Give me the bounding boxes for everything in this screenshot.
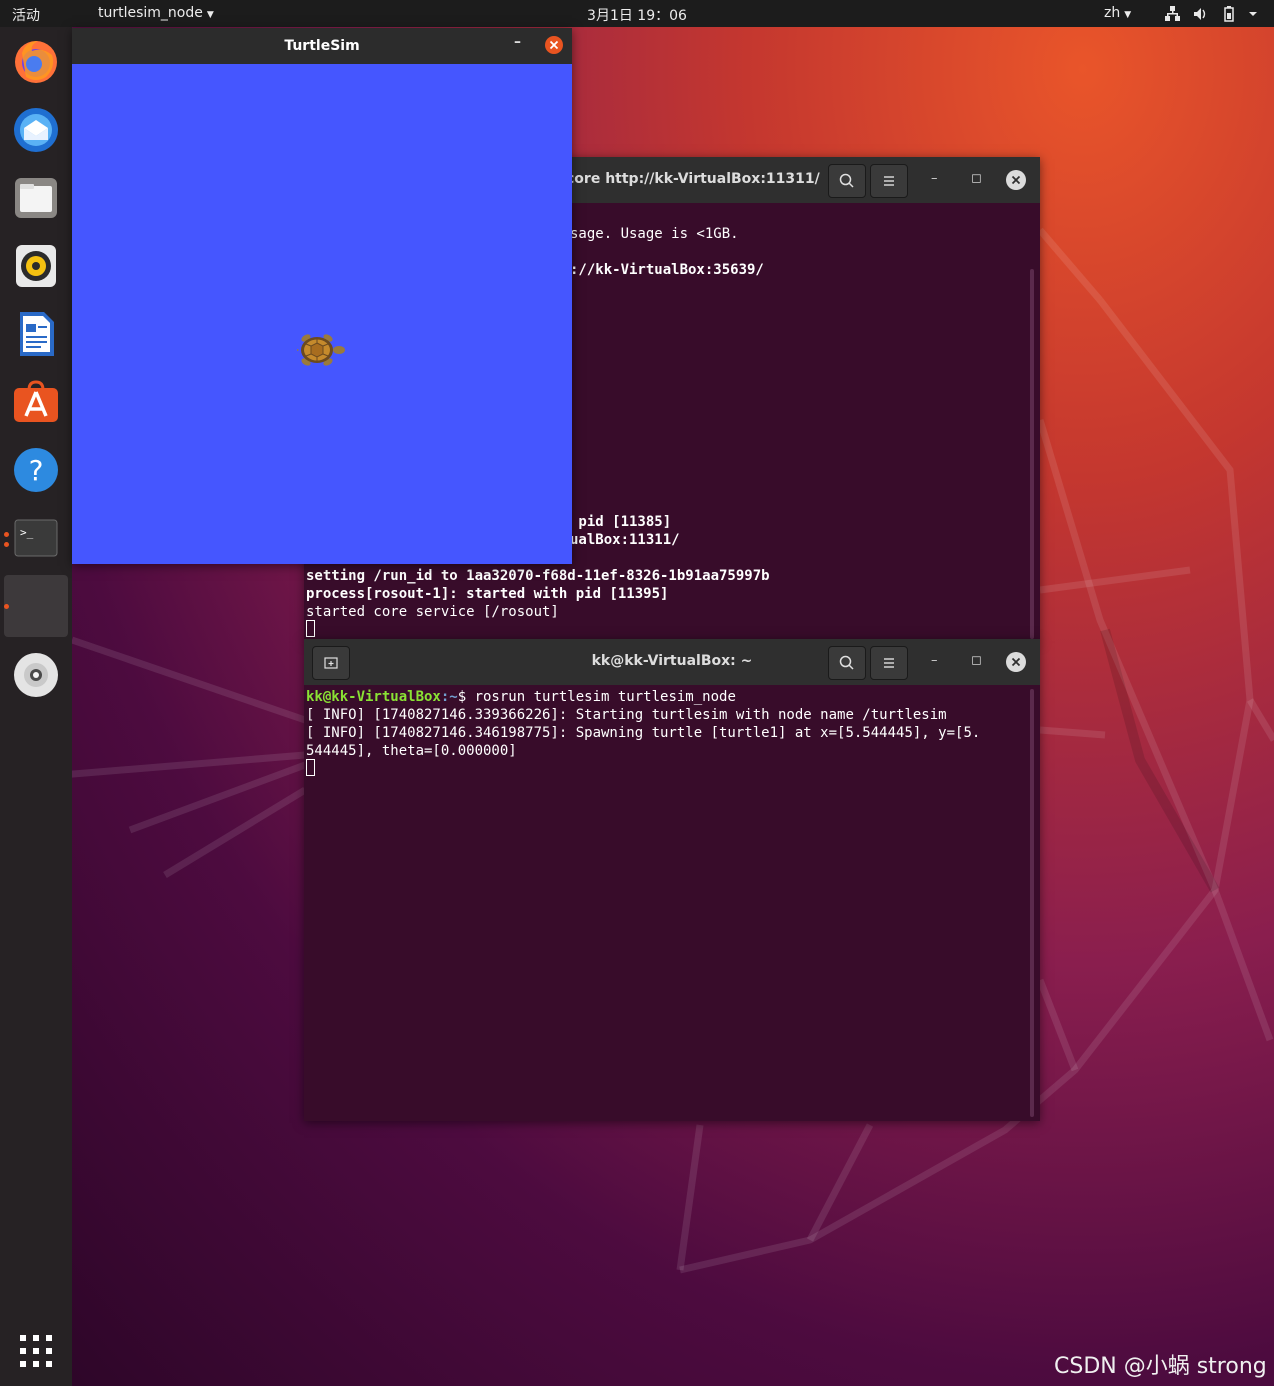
minimize-button[interactable]: – (931, 653, 938, 668)
network-icon (1165, 6, 1180, 21)
language-indicator[interactable]: zh ▼ (1104, 5, 1131, 21)
top-bar: 活动 turtlesim_node ▼ 3月1日 19：06 zh ▼ (0, 0, 1274, 27)
dock-files[interactable] (0, 167, 72, 229)
maximize-button[interactable]: ◻ (971, 653, 982, 668)
text-cursor (306, 759, 315, 776)
terminal-header[interactable]: kk@kk-VirtualBox: ~ – ◻ (304, 639, 1040, 685)
document-icon (20, 312, 54, 356)
close-button[interactable] (1006, 170, 1026, 190)
terminal-line: [ INFO] [1740827146.346198775]: Spawning… (306, 725, 981, 741)
running-indicator (4, 604, 9, 609)
close-button[interactable] (1006, 652, 1026, 672)
prompt-path: :~ (440, 689, 458, 705)
maximize-button[interactable]: ◻ (971, 171, 982, 186)
search-button[interactable] (828, 164, 866, 198)
terminal-icon: >_ (14, 519, 58, 557)
software-store-icon (14, 380, 58, 422)
dock-thunderbird[interactable] (0, 99, 72, 161)
hamburger-menu-icon (884, 658, 894, 668)
battery-icon (1224, 6, 1234, 22)
terminal-line: pid [11385] (570, 514, 672, 530)
dock-ubuntu-software[interactable] (0, 371, 72, 433)
help-icon: ? (14, 448, 58, 492)
dock-rhythmbox[interactable] (0, 235, 72, 297)
command-text: rosrun turtlesim turtlesim_node (474, 689, 736, 705)
close-button[interactable] (545, 36, 563, 54)
terminal-line: process[rosout-1]: started with pid [113… (306, 586, 669, 602)
clock[interactable]: 3月1日 19：06 (0, 5, 1274, 25)
menu-button[interactable] (870, 164, 908, 198)
search-icon (839, 655, 854, 670)
window-title: core http://kk-VirtualBox:11311/ (566, 171, 820, 187)
search-icon (839, 173, 854, 188)
terminal-line: setting /run_id to 1aa32070-f68d-11ef-83… (306, 568, 770, 584)
thunderbird-icon (14, 108, 58, 152)
system-tray[interactable] (1164, 4, 1264, 24)
watermark: CSDN @小蜗 strong (1054, 1354, 1267, 1379)
volume-icon (1194, 8, 1206, 20)
dock-turtlesim[interactable] (4, 575, 68, 637)
turtlesim-window[interactable]: TurtleSim – (72, 28, 572, 564)
dock-help[interactable]: ? (0, 439, 72, 501)
chevron-down-icon (1249, 12, 1257, 16)
terminal-line: [ INFO] [1740827146.339366226]: Starting… (306, 707, 947, 723)
speaker-icon (16, 245, 56, 287)
terminal-line: 544445], theta=[0.000000] (306, 743, 517, 759)
menu-button[interactable] (870, 646, 908, 680)
window-title: kk@kk-VirtualBox: ~ (591, 653, 753, 669)
firefox-icon (15, 41, 57, 83)
dock: ? >_ (0, 27, 72, 1386)
terminal-line: ://kk-VirtualBox:35639/ (570, 262, 764, 278)
text-cursor (306, 620, 315, 637)
turtle-icon (297, 334, 345, 366)
close-icon (1011, 657, 1021, 667)
terminal-line: sage. Usage is <1GB. (570, 226, 739, 242)
scrollbar[interactable] (1030, 689, 1034, 1117)
prompt-symbol: $ (457, 689, 475, 705)
scrollbar[interactable] (1030, 269, 1034, 639)
hamburger-menu-icon (884, 176, 894, 186)
close-icon (549, 40, 559, 50)
terminal-window-turtlesim[interactable]: kk@kk-VirtualBox: ~ – ◻ kk@kk-VirtualBox… (304, 639, 1040, 1121)
show-applications-icon[interactable] (20, 1335, 52, 1367)
dock-firefox[interactable] (0, 30, 72, 92)
prompt-user: kk@kk-VirtualBox (306, 689, 441, 705)
minimize-button[interactable]: – (514, 34, 521, 50)
files-icon (15, 178, 57, 218)
terminal-line: started core service [/rosout] (306, 604, 559, 620)
svg-text:?: ? (29, 454, 44, 487)
chevron-down-icon: ▼ (1124, 10, 1132, 20)
turtlesim-canvas (72, 64, 572, 564)
terminal-prompt-line: kk@kk-VirtualBox:~$ rosrun turtlesim tur… (306, 688, 736, 706)
minimize-button[interactable]: – (931, 171, 938, 186)
terminal-line: ualBox:11311/ (570, 532, 680, 548)
svg-text:>_: >_ (20, 526, 34, 539)
window-title: TurtleSim (284, 38, 360, 54)
turtlesim-titlebar[interactable]: TurtleSim – (72, 28, 572, 64)
disc-icon (14, 653, 58, 697)
language-label: zh (1104, 5, 1121, 21)
search-button[interactable] (828, 646, 866, 680)
dock-libreoffice-writer[interactable] (0, 303, 72, 365)
dock-terminal[interactable]: >_ (0, 507, 72, 569)
close-icon (1011, 175, 1021, 185)
dock-dvd[interactable] (0, 644, 72, 706)
